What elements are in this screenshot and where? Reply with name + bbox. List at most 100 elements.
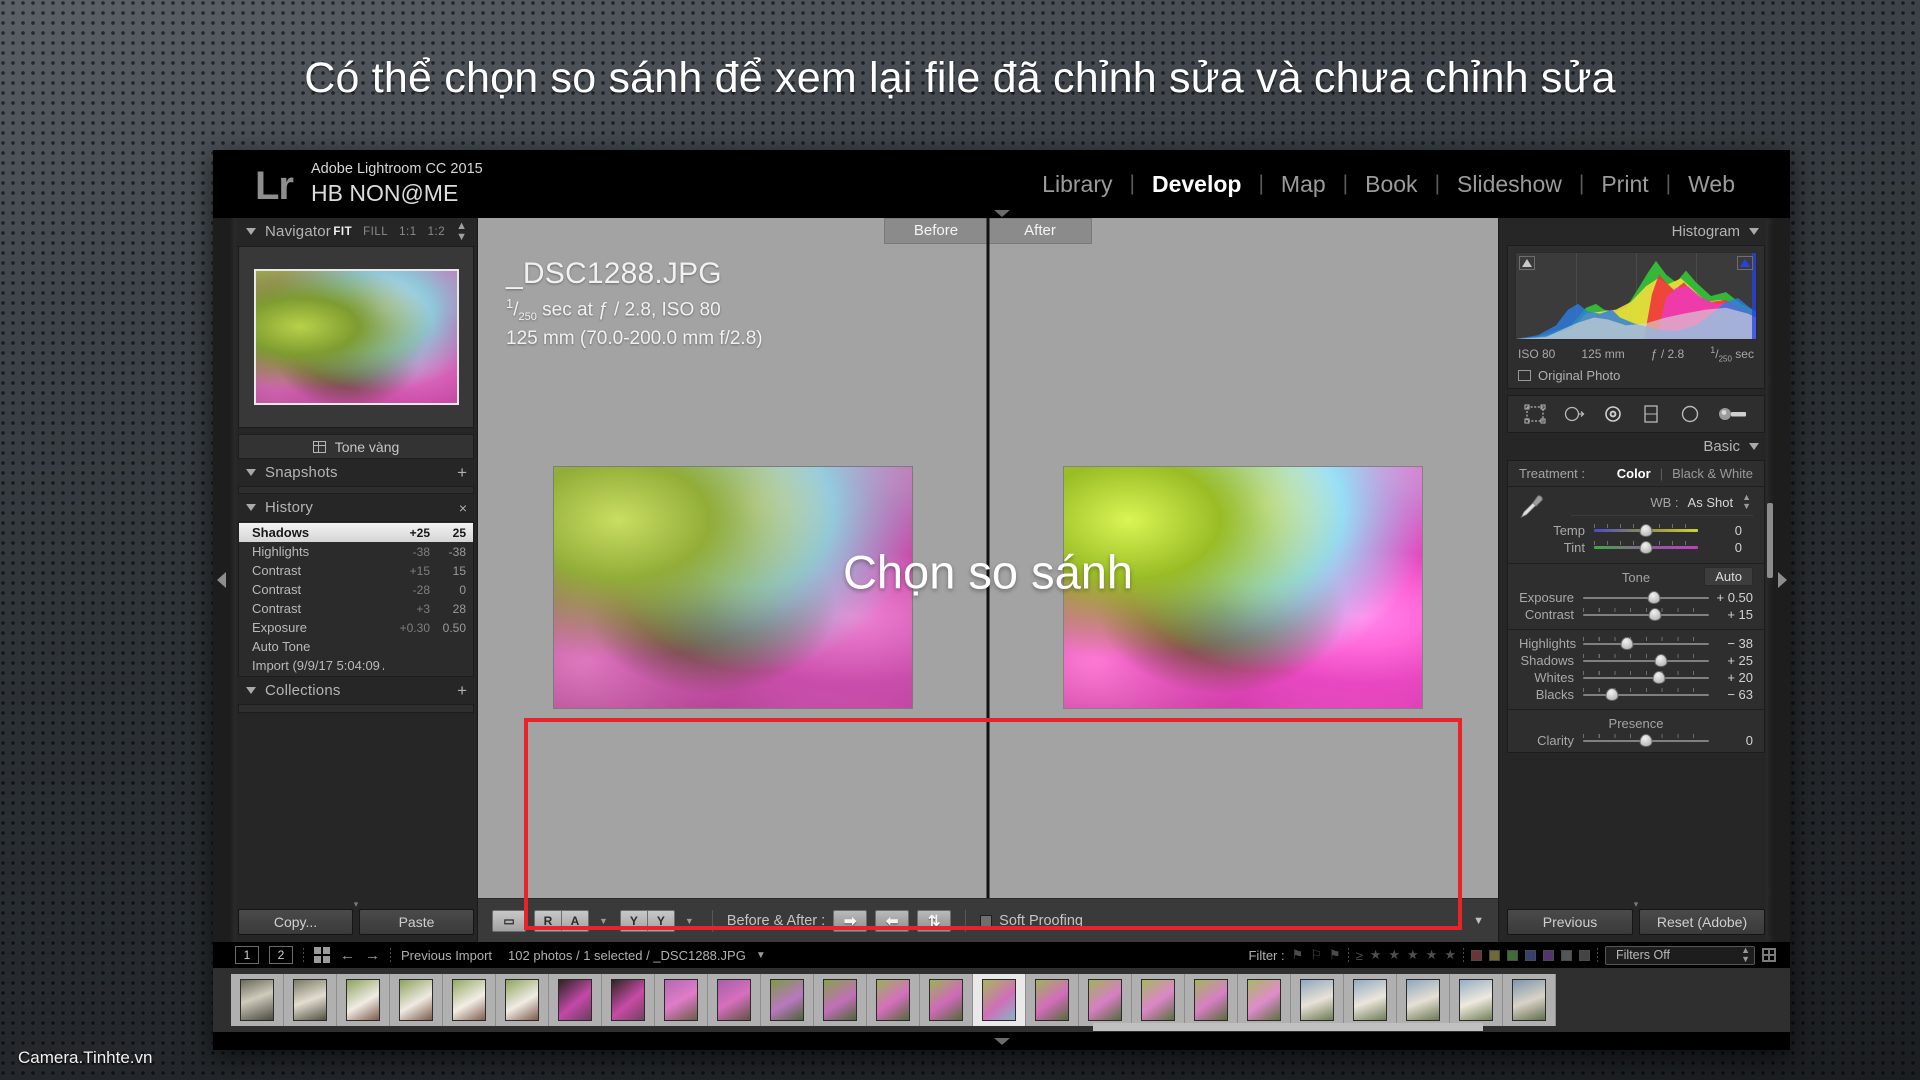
- filmstrip-item[interactable]: [708, 974, 761, 1026]
- slider-track[interactable]: [1583, 734, 1709, 748]
- slider-knob[interactable]: [1648, 608, 1662, 622]
- before-after-y-right-button[interactable]: Y: [646, 909, 675, 932]
- flag-unflagged-icon[interactable]: ⚐: [1310, 947, 1322, 963]
- zoom-1-1[interactable]: 1:1: [399, 226, 417, 238]
- history-row[interactable]: Auto Tone: [239, 637, 473, 656]
- slider-tint[interactable]: Tint 0: [1519, 539, 1753, 556]
- identity-plate[interactable]: Adobe Lightroom CC 2015 HB NON@ME: [311, 160, 483, 208]
- auto-tone-button[interactable]: Auto: [1704, 567, 1753, 587]
- slider-track[interactable]: [1594, 524, 1698, 538]
- filmstrip-item[interactable]: [1291, 974, 1344, 1026]
- filmstrip-item[interactable]: [602, 974, 655, 1026]
- collapse-filmstrip-arrow[interactable]: [213, 1032, 1790, 1050]
- module-slideshow[interactable]: Slideshow: [1440, 171, 1579, 198]
- loupe-view-icon[interactable]: ▭: [492, 909, 526, 932]
- reference-view-a-button[interactable]: A: [561, 909, 589, 932]
- zoom-fit[interactable]: FIT: [333, 226, 352, 238]
- filters-stepper-icon[interactable]: ▲ ▼: [1741, 946, 1750, 964]
- right-panel-resize-handle[interactable]: ▾: [1507, 900, 1765, 909]
- before-after-y-left-button[interactable]: Y: [619, 909, 648, 932]
- left-panel-resize-handle[interactable]: ▾: [238, 900, 474, 909]
- snapshots-header[interactable]: Snapshots +: [238, 459, 477, 486]
- copy-after-to-before-icon[interactable]: ⬅: [875, 909, 910, 932]
- star-4-icon[interactable]: ★: [1426, 947, 1438, 963]
- history-header[interactable]: History ×: [238, 494, 477, 521]
- slider-temp[interactable]: Temp 0: [1519, 522, 1753, 539]
- page-2-button[interactable]: 2: [269, 946, 293, 964]
- slider-knob[interactable]: [1605, 688, 1619, 702]
- swap-before-after-icon[interactable]: ⇅: [917, 909, 952, 932]
- basic-header[interactable]: Basic: [1499, 433, 1765, 460]
- copy-before-to-after-icon[interactable]: ➡: [833, 909, 868, 932]
- treatment-bw-option[interactable]: Black & White: [1672, 466, 1753, 481]
- color-label-red-icon[interactable]: [1471, 949, 1482, 961]
- color-label-yellow-icon[interactable]: [1489, 949, 1500, 961]
- page-1-button[interactable]: 1: [235, 946, 259, 964]
- shadow-clipping-icon[interactable]: [1519, 256, 1535, 270]
- filmstrip-item[interactable]: [761, 974, 814, 1026]
- filmstrip-item[interactable]: [1026, 974, 1079, 1026]
- color-label-none-icon[interactable]: [1561, 949, 1572, 961]
- right-panel-scrollbar[interactable]: [1766, 218, 1774, 942]
- filmstrip-item[interactable]: [867, 974, 920, 1026]
- slider-knob[interactable]: [1647, 591, 1661, 605]
- slider-knob[interactable]: [1639, 524, 1653, 538]
- copy-settings-button[interactable]: Copy...: [238, 909, 353, 935]
- filmstrip-item[interactable]: [496, 974, 549, 1026]
- filmstrip-item[interactable]: [1132, 974, 1185, 1026]
- flag-reject-icon[interactable]: ⚑: [1329, 947, 1341, 963]
- histogram-graph[interactable]: [1515, 252, 1757, 340]
- slider-knob[interactable]: [1639, 541, 1653, 555]
- history-row[interactable]: Contrast +15 15: [239, 561, 473, 580]
- slider-track[interactable]: [1583, 637, 1709, 651]
- zoom-1-2[interactable]: 1:2: [428, 226, 446, 238]
- zoom-stepper-icon[interactable]: ▲ ▼: [456, 220, 467, 243]
- crop-overlay-icon[interactable]: [1524, 404, 1546, 424]
- filmstrip-item[interactable]: [231, 974, 284, 1026]
- toolbar-dropdown-icon[interactable]: ▼: [1473, 915, 1484, 927]
- filters-preset-dropdown[interactable]: Filters Off ▲ ▼: [1605, 945, 1755, 965]
- filmstrip[interactable]: [213, 968, 1790, 1032]
- add-snapshot-icon[interactable]: +: [457, 464, 467, 481]
- filmstrip-scrollbar[interactable]: [213, 1023, 1790, 1031]
- module-book[interactable]: Book: [1348, 171, 1434, 198]
- filmstrip-item[interactable]: [1185, 974, 1238, 1026]
- history-row[interactable]: Highlights -38 -38: [239, 542, 473, 561]
- filmstrip-item[interactable]: [1503, 974, 1556, 1026]
- reference-view-r-button[interactable]: R: [534, 909, 562, 932]
- soft-proofing-toggle[interactable]: Soft Proofing: [980, 913, 1083, 929]
- graduated-filter-icon[interactable]: [1640, 404, 1662, 424]
- filmstrip-item[interactable]: [1397, 974, 1450, 1026]
- module-print[interactable]: Print: [1584, 171, 1665, 198]
- after-pane[interactable]: [988, 246, 1498, 898]
- history-row[interactable]: Shadows +25 25: [239, 523, 473, 542]
- color-label-green-icon[interactable]: [1507, 949, 1518, 961]
- reset-button[interactable]: Reset (Adobe): [1639, 909, 1765, 935]
- treatment-color-option[interactable]: Color: [1617, 466, 1651, 481]
- right-panel-scroll-thumb[interactable]: [1767, 503, 1773, 578]
- star-2-icon[interactable]: ★: [1388, 947, 1400, 963]
- filmstrip-item[interactable]: [814, 974, 867, 1026]
- slider-track[interactable]: [1583, 688, 1709, 702]
- previous-button[interactable]: Previous: [1507, 909, 1633, 935]
- filmstrip-item[interactable]: [443, 974, 496, 1026]
- filmstrip-item[interactable]: [655, 974, 708, 1026]
- slider-shadows[interactable]: Shadows + 25: [1508, 652, 1764, 669]
- slider-blacks[interactable]: Blacks − 63: [1508, 686, 1764, 703]
- slider-knob[interactable]: [1652, 671, 1666, 685]
- add-collection-icon[interactable]: +: [457, 682, 467, 699]
- history-row[interactable]: Contrast +3 28: [239, 599, 473, 618]
- filmstrip-item-selected[interactable]: [973, 974, 1026, 1026]
- slider-knob[interactable]: [1639, 734, 1653, 748]
- module-library[interactable]: Library: [1025, 171, 1129, 198]
- clear-history-icon[interactable]: ×: [459, 501, 467, 515]
- color-label-custom-icon[interactable]: [1579, 949, 1590, 961]
- before-pane[interactable]: _DSC1288.JPG 1/250 sec at ƒ / 2.8, ISO 8…: [478, 246, 988, 898]
- filmstrip-item[interactable]: [1450, 974, 1503, 1026]
- yy-dropdown-icon[interactable]: ▼: [685, 916, 694, 926]
- original-photo-toggle[interactable]: Original Photo: [1515, 366, 1757, 384]
- slider-track[interactable]: [1583, 654, 1709, 668]
- star-3-icon[interactable]: ★: [1407, 947, 1419, 963]
- left-panel-toggle[interactable]: [213, 218, 229, 942]
- adjustment-brush-icon[interactable]: [1718, 404, 1748, 424]
